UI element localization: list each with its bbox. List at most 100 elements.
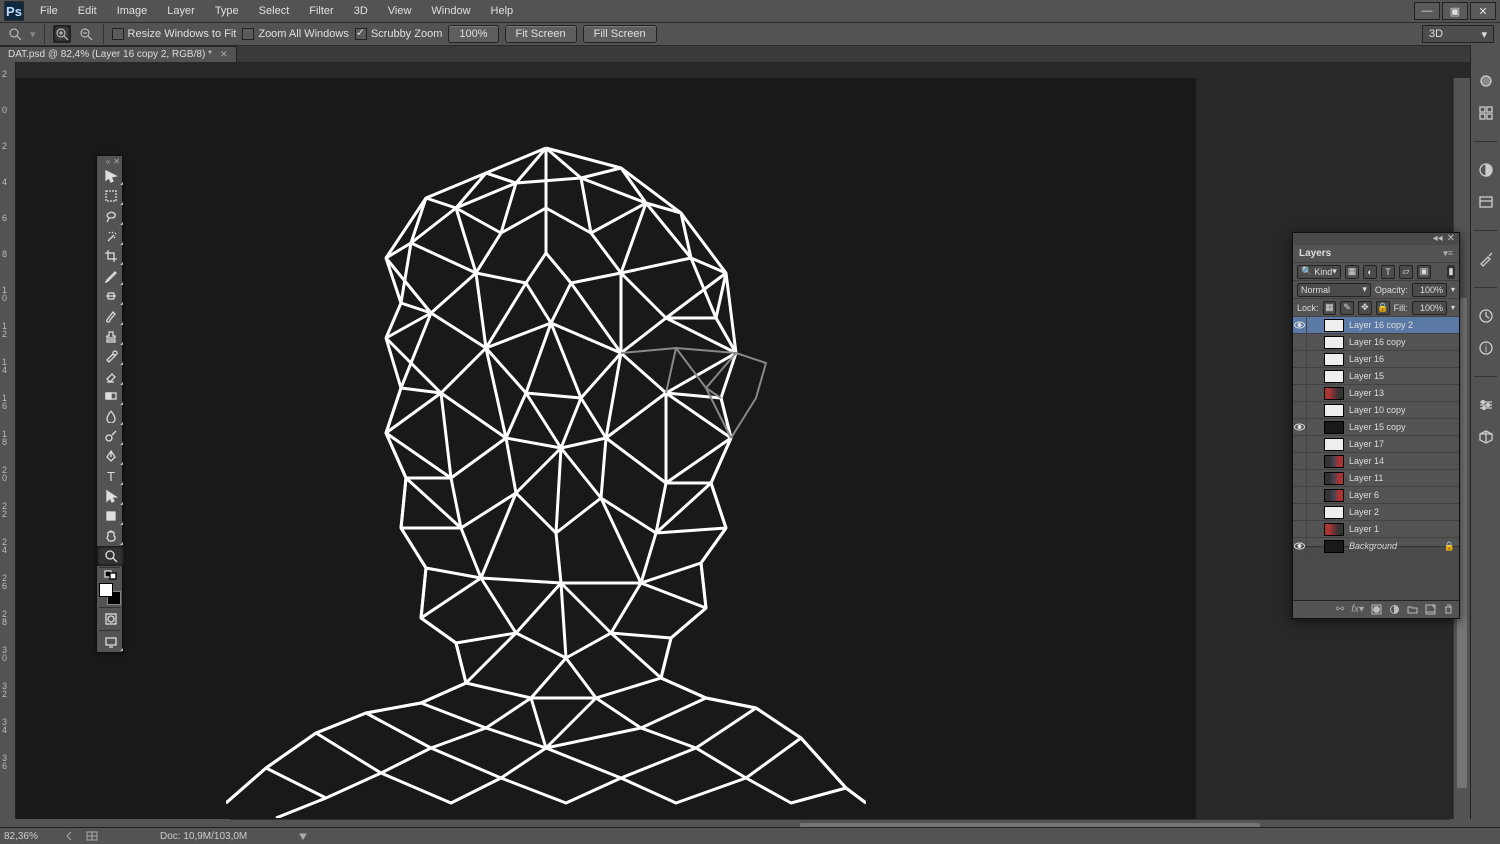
collapse-icon[interactable]: ◂◂ — [1433, 233, 1443, 245]
document-tab[interactable]: DAT.psd @ 82,4% (Layer 16 copy 2, RGB/8)… — [0, 46, 237, 62]
filter-pixel-icon[interactable]: ▦ — [1345, 265, 1359, 279]
menu-3d[interactable]: 3D — [344, 3, 378, 19]
stamp-tool[interactable] — [97, 326, 124, 346]
zoom-in-icon[interactable] — [53, 25, 71, 43]
delete-icon[interactable] — [1443, 604, 1454, 615]
visibility-toggle[interactable] — [1293, 351, 1307, 368]
styles-panel-icon[interactable] — [1476, 192, 1496, 212]
menu-image[interactable]: Image — [107, 3, 158, 19]
shape-tool[interactable] — [97, 506, 124, 526]
zoom-100-button[interactable]: 100% — [448, 25, 498, 43]
filter-smart-icon[interactable]: ▣ — [1417, 265, 1431, 279]
lock-all-icon[interactable]: 🔒 — [1376, 301, 1390, 315]
properties-panel-icon[interactable] — [1476, 395, 1496, 415]
menu-select[interactable]: Select — [249, 3, 300, 19]
layer-row[interactable]: Layer 16 copy 2 — [1293, 316, 1459, 333]
fill-screen-button[interactable]: Fill Screen — [583, 25, 657, 43]
heal-tool[interactable] — [97, 286, 124, 306]
layer-row[interactable]: Layer 17 — [1293, 435, 1459, 452]
visibility-toggle[interactable] — [1293, 402, 1307, 419]
close-tab-icon[interactable]: ✕ — [220, 49, 228, 60]
status-arrow-left-icon[interactable] — [64, 831, 74, 841]
new-layer-icon[interactable] — [1425, 604, 1436, 615]
lock-move-icon[interactable]: ✥ — [1358, 301, 1372, 315]
fill-input[interactable]: 100% — [1412, 301, 1447, 315]
filter-toggle[interactable]: ▮ — [1447, 265, 1455, 279]
filter-kind-select[interactable]: 🔍Kind ▾ — [1297, 265, 1341, 279]
visibility-toggle[interactable] — [1293, 419, 1307, 436]
artboard[interactable] — [16, 78, 1196, 819]
menu-layer[interactable]: Layer — [157, 3, 205, 19]
zoom-tool[interactable] — [97, 546, 124, 566]
layer-row[interactable]: Layer 6 — [1293, 486, 1459, 503]
resize-windows-checkbox[interactable]: Resize Windows to Fit — [112, 28, 237, 40]
crop-tool[interactable] — [97, 246, 124, 266]
visibility-toggle[interactable] — [1293, 521, 1307, 538]
fit-screen-button[interactable]: Fit Screen — [505, 25, 577, 43]
menu-type[interactable]: Type — [205, 3, 249, 19]
zoom-level[interactable]: 82,36% — [4, 831, 52, 842]
menu-view[interactable]: View — [378, 3, 422, 19]
color-panel-icon[interactable] — [1476, 71, 1496, 91]
hand-tool[interactable] — [97, 526, 124, 546]
layer-row[interactable]: Layer 14 — [1293, 452, 1459, 469]
brush-tool[interactable] — [97, 306, 124, 326]
status-menu-icon[interactable] — [299, 832, 307, 840]
visibility-toggle[interactable] — [1293, 385, 1307, 402]
color-swatch[interactable] — [99, 583, 121, 605]
visibility-toggle[interactable] — [1293, 470, 1307, 487]
link-layers-icon[interactable]: ⚯ — [1336, 604, 1344, 615]
layer-row[interactable]: Layer 2 — [1293, 503, 1459, 520]
menu-filter[interactable]: Filter — [299, 3, 343, 19]
lasso-tool[interactable] — [97, 206, 124, 226]
fx-icon[interactable]: fx▾ — [1351, 604, 1364, 615]
workspace-select[interactable]: 3D▾ — [1422, 25, 1494, 43]
lock-paint-icon[interactable]: ✎ — [1340, 301, 1354, 315]
layer-row[interactable]: Layer 13 — [1293, 384, 1459, 401]
screenmode-icon[interactable] — [97, 632, 124, 652]
marquee-tool[interactable] — [97, 186, 124, 206]
visibility-toggle[interactable] — [1293, 487, 1307, 504]
visibility-toggle[interactable] — [1293, 334, 1307, 351]
mask-icon[interactable] — [1371, 604, 1382, 615]
adjustment-icon[interactable] — [1389, 604, 1400, 615]
menu-edit[interactable]: Edit — [68, 3, 107, 19]
default-colors-icon[interactable] — [97, 569, 124, 581]
visibility-toggle[interactable] — [1293, 504, 1307, 521]
zoom-all-checkbox[interactable]: Zoom All Windows — [242, 28, 348, 40]
zoom-tool-icon[interactable] — [6, 25, 24, 43]
visibility-toggle[interactable] — [1293, 317, 1307, 334]
path-select-tool[interactable] — [97, 486, 124, 506]
eyedropper-tool[interactable] — [97, 266, 124, 286]
scrubby-zoom-checkbox[interactable]: Scrubby Zoom — [355, 28, 443, 40]
collapse-icon[interactable]: « — [106, 157, 110, 166]
visibility-toggle[interactable] — [1293, 368, 1307, 385]
layer-row[interactable]: Layer 16 — [1293, 350, 1459, 367]
close-button[interactable]: ✕ — [1470, 2, 1496, 20]
adjustments-panel-icon[interactable] — [1476, 160, 1496, 180]
type-tool[interactable]: T — [97, 466, 124, 486]
blend-mode-select[interactable]: Normal▾ — [1297, 283, 1371, 297]
pen-tool[interactable] — [97, 446, 124, 466]
visibility-toggle[interactable] — [1293, 453, 1307, 470]
status-expose-icon[interactable] — [86, 831, 98, 841]
layer-row[interactable]: Layer 16 copy — [1293, 333, 1459, 350]
layers-tab[interactable]: Layers▾≡ — [1293, 245, 1459, 262]
history-brush-tool[interactable] — [97, 346, 124, 366]
visibility-toggle[interactable] — [1293, 538, 1307, 555]
opacity-input[interactable]: 100% — [1412, 283, 1447, 297]
minimize-button[interactable]: — — [1414, 2, 1440, 20]
maximize-button[interactable]: ▣ — [1442, 2, 1468, 20]
swatches-panel-icon[interactable] — [1476, 103, 1496, 123]
layer-row[interactable]: Layer 15 copy — [1293, 418, 1459, 435]
close-panel-icon[interactable]: ✕ — [1447, 233, 1455, 245]
dodge-tool[interactable] — [97, 426, 124, 446]
blur-tool[interactable] — [97, 406, 124, 426]
layer-row[interactable]: Layer 1 — [1293, 520, 1459, 537]
lock-transparent-icon[interactable]: ▦ — [1323, 301, 1337, 315]
move-tool[interactable] — [97, 166, 124, 186]
filter-adjust-icon[interactable]: ◐ — [1363, 265, 1377, 279]
zoom-out-icon[interactable] — [77, 25, 95, 43]
filter-type-icon[interactable]: T — [1381, 265, 1395, 279]
menu-window[interactable]: Window — [421, 3, 480, 19]
